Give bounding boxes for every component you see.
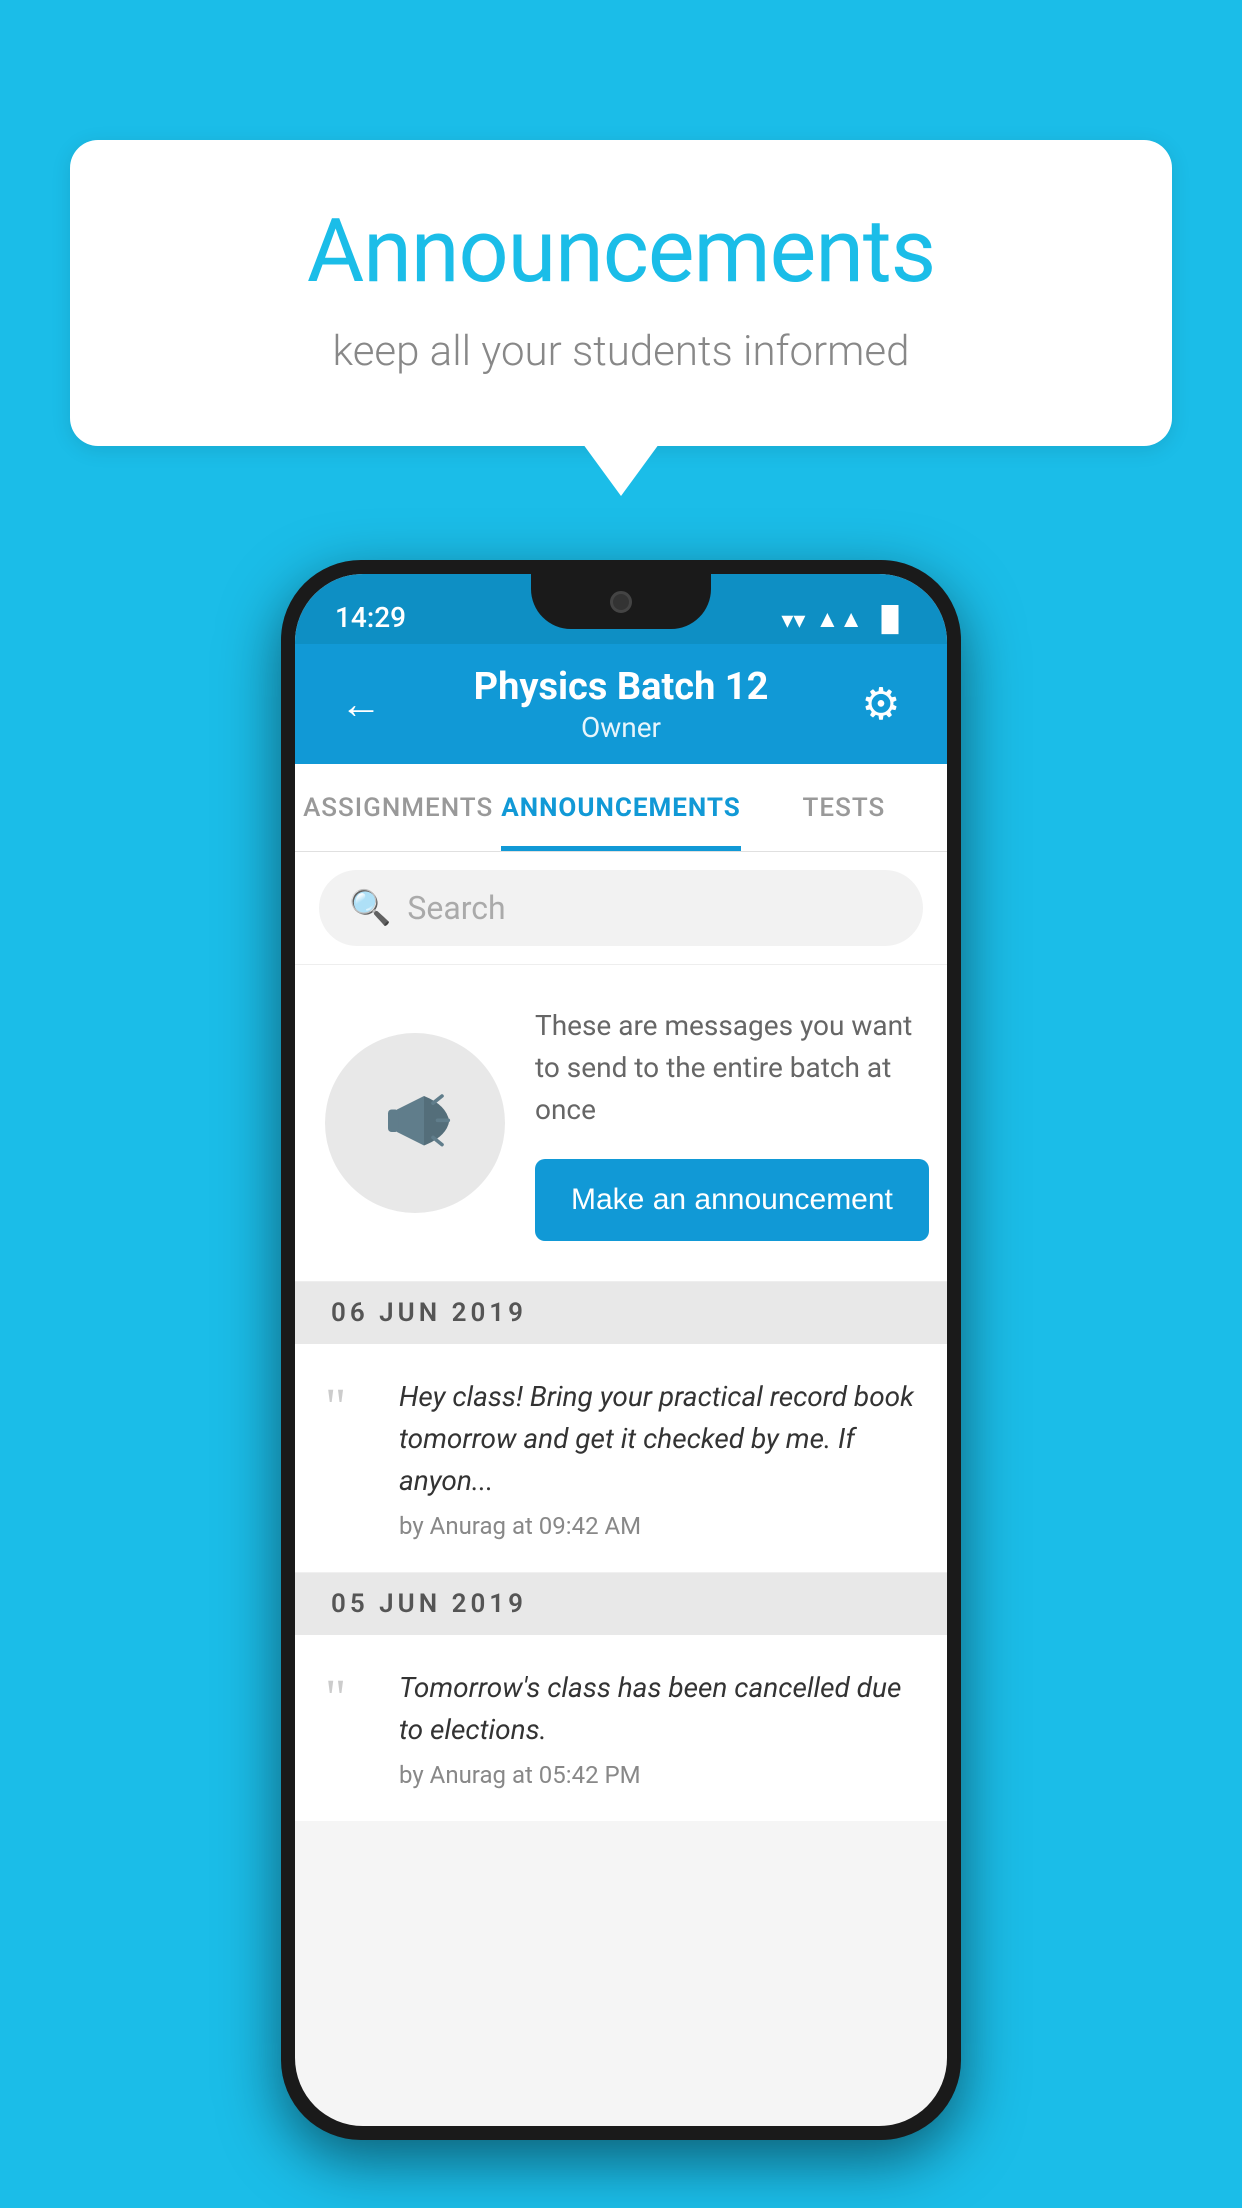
promo-description: These are messages you want to send to t… [535, 1005, 929, 1131]
promo-section: These are messages you want to send to t… [295, 965, 947, 1282]
date-separator-2: 05 JUN 2019 [295, 1573, 947, 1635]
settings-icon[interactable]: ⚙ [851, 678, 911, 730]
search-placeholder: Search [407, 889, 505, 927]
announcement-content-1: Hey class! Bring your practical record b… [399, 1376, 917, 1540]
megaphone-icon [370, 1078, 460, 1168]
search-bar[interactable]: 🔍 Search [319, 870, 923, 946]
promo-icon-circle [325, 1033, 505, 1213]
announcement-item-1[interactable]: " Hey class! Bring your practical record… [295, 1344, 947, 1573]
status-icons: ▾▾ ▲▲ ▐▌ [781, 605, 907, 634]
camera-dot [610, 591, 632, 613]
announcement-meta-1: by Anurag at 09:42 AM [399, 1512, 641, 1540]
search-container: 🔍 Search [295, 852, 947, 965]
phone-mockup: 14:29 ▾▾ ▲▲ ▐▌ ← Physics Batch 12 Owner … [281, 560, 961, 2140]
batch-subtitle: Owner [391, 711, 851, 744]
tab-tests[interactable]: TESTS [741, 764, 947, 851]
status-time: 14:29 [335, 601, 406, 634]
search-icon: 🔍 [349, 888, 391, 928]
app-bar: ← Physics Batch 12 Owner ⚙ [295, 644, 947, 764]
promo-right: These are messages you want to send to t… [535, 1005, 929, 1241]
phone-screen: 14:29 ▾▾ ▲▲ ▐▌ ← Physics Batch 12 Owner … [295, 574, 947, 2126]
back-button[interactable]: ← [331, 680, 391, 729]
tab-assignments[interactable]: ASSIGNMENTS [295, 764, 501, 851]
quote-icon-2: " [325, 1673, 375, 1725]
make-announcement-button[interactable]: Make an announcement [535, 1159, 929, 1241]
tabs-bar: ASSIGNMENTS ANNOUNCEMENTS TESTS [295, 764, 947, 852]
announcement-content-2: Tomorrow's class has been cancelled due … [399, 1667, 917, 1789]
batch-title: Physics Batch 12 [391, 665, 851, 709]
quote-icon-1: " [325, 1382, 375, 1434]
phone-shell: 14:29 ▾▾ ▲▲ ▐▌ ← Physics Batch 12 Owner … [281, 560, 961, 2140]
speech-bubble-container: Announcements keep all your students inf… [70, 140, 1172, 446]
announcement-message-1: Hey class! Bring your practical record b… [399, 1376, 917, 1502]
speech-bubble: Announcements keep all your students inf… [70, 140, 1172, 446]
app-bar-title-group: Physics Batch 12 Owner [391, 665, 851, 744]
announcements-subtitle: keep all your students informed [150, 327, 1092, 376]
signal-icon: ▲▲ [815, 605, 863, 634]
announcement-item-2[interactable]: " Tomorrow's class has been cancelled du… [295, 1635, 947, 1821]
announcements-title: Announcements [150, 200, 1092, 303]
announcement-message-2: Tomorrow's class has been cancelled due … [399, 1667, 917, 1751]
battery-icon: ▐▌ [873, 605, 907, 634]
tab-announcements[interactable]: ANNOUNCEMENTS [501, 764, 740, 851]
phone-notch [531, 574, 711, 629]
wifi-icon: ▾▾ [781, 606, 805, 634]
date-separator-1: 06 JUN 2019 [295, 1282, 947, 1344]
announcement-meta-2: by Anurag at 05:42 PM [399, 1761, 641, 1789]
